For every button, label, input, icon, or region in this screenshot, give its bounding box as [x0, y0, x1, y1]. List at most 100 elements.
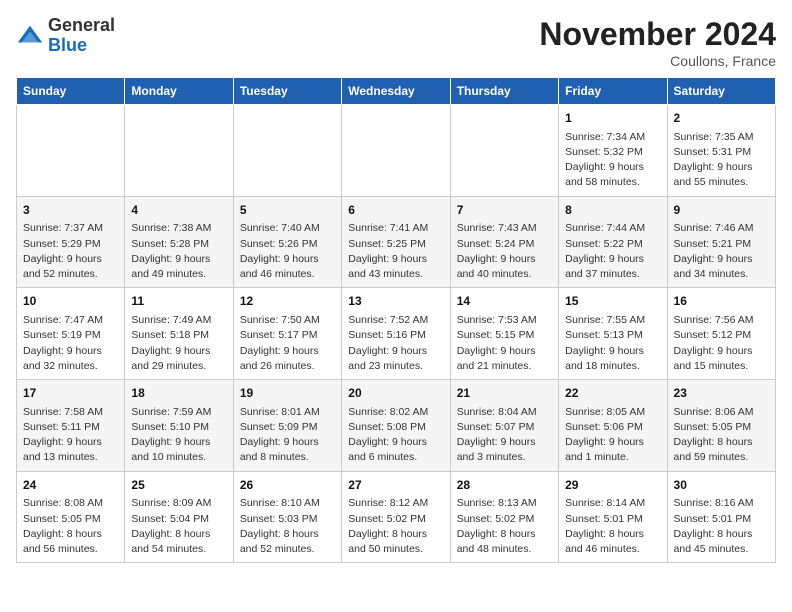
day-number: 6 — [348, 202, 443, 219]
logo: General Blue — [16, 16, 115, 56]
calendar-cell: 30 Sunrise: 8:16 AMSunset: 5:01 PMDayligh… — [667, 471, 775, 563]
day-info: Sunrise: 8:08 AMSunset: 5:05 PMDaylight:… — [23, 496, 118, 557]
day-number: 5 — [240, 202, 335, 219]
calendar-table: Sunday Monday Tuesday Wednesday Thursday… — [16, 77, 776, 563]
calendar-cell: 10 Sunrise: 7:47 AMSunset: 5:19 PMDayligh… — [17, 288, 125, 380]
calendar-header: Sunday Monday Tuesday Wednesday Thursday… — [17, 78, 776, 105]
calendar-cell: 12 Sunrise: 7:50 AMSunset: 5:17 PMDayligh… — [233, 288, 341, 380]
calendar-cell: 29 Sunrise: 8:14 AMSunset: 5:01 PMDayligh… — [559, 471, 667, 563]
calendar-cell — [125, 105, 233, 197]
day-number: 16 — [674, 293, 769, 310]
day-number: 23 — [674, 385, 769, 402]
day-info: Sunrise: 7:43 AMSunset: 5:24 PMDaylight:… — [457, 221, 552, 282]
page-header: General Blue November 2024 Coullons, Fra… — [16, 16, 776, 69]
day-info: Sunrise: 8:05 AMSunset: 5:06 PMDaylight:… — [565, 405, 660, 466]
calendar-cell: 19Sunrise: 8:01 AMSunset: 5:09 PMDayligh… — [233, 380, 341, 472]
calendar-cell: 17 Sunrise: 7:58 AMSunset: 5:11 PMDayligh… — [17, 380, 125, 472]
header-row: Sunday Monday Tuesday Wednesday Thursday… — [17, 78, 776, 105]
calendar-cell: 21Sunrise: 8:04 AMSunset: 5:07 PMDayligh… — [450, 380, 558, 472]
day-info: Sunrise: 8:14 AMSunset: 5:01 PMDaylight:… — [565, 496, 660, 557]
col-saturday: Saturday — [667, 78, 775, 105]
day-number: 8 — [565, 202, 660, 219]
day-number: 3 — [23, 202, 118, 219]
day-number: 10 — [23, 293, 118, 310]
calendar-cell: 22 Sunrise: 8:05 AMSunset: 5:06 PMDayligh… — [559, 380, 667, 472]
day-info: Sunrise: 7:59 AMSunset: 5:10 PMDaylight:… — [131, 405, 226, 466]
calendar-cell — [342, 105, 450, 197]
calendar-body: 1 Sunrise: 7:34 AMSunset: 5:32 PMDaylight… — [17, 105, 776, 563]
calendar-cell: 13Sunrise: 7:52 AMSunset: 5:16 PMDayligh… — [342, 288, 450, 380]
col-sunday: Sunday — [17, 78, 125, 105]
calendar-cell: 25 Sunrise: 8:09 AMSunset: 5:04 PMDayligh… — [125, 471, 233, 563]
day-info: Sunrise: 7:35 AMSunset: 5:31 PMDaylight:… — [674, 130, 769, 191]
day-info: Sunrise: 7:38 AMSunset: 5:28 PMDaylight:… — [131, 221, 226, 282]
location: Coullons, France — [539, 53, 776, 69]
day-info: Sunrise: 8:01 AMSunset: 5:09 PMDaylight:… — [240, 405, 335, 466]
week-row-2: 3 Sunrise: 7:37 AMSunset: 5:29 PMDaylight… — [17, 196, 776, 288]
day-number: 7 — [457, 202, 552, 219]
day-info: Sunrise: 8:04 AMSunset: 5:07 PMDaylight:… — [457, 405, 552, 466]
day-info: Sunrise: 7:50 AMSunset: 5:17 PMDaylight:… — [240, 313, 335, 374]
month-title: November 2024 — [539, 16, 776, 53]
calendar-cell: 4 Sunrise: 7:38 AMSunset: 5:28 PMDaylight… — [125, 196, 233, 288]
day-number: 17 — [23, 385, 118, 402]
day-number: 4 — [131, 202, 226, 219]
day-info: Sunrise: 7:58 AMSunset: 5:11 PMDaylight:… — [23, 405, 118, 466]
day-info: Sunrise: 7:41 AMSunset: 5:25 PMDaylight:… — [348, 221, 443, 282]
calendar-cell: 3 Sunrise: 7:37 AMSunset: 5:29 PMDaylight… — [17, 196, 125, 288]
calendar-cell: 1 Sunrise: 7:34 AMSunset: 5:32 PMDaylight… — [559, 105, 667, 197]
calendar-cell — [233, 105, 341, 197]
calendar-cell: 27Sunrise: 8:12 AMSunset: 5:02 PMDayligh… — [342, 471, 450, 563]
calendar-cell: 15 Sunrise: 7:55 AMSunset: 5:13 PMDayligh… — [559, 288, 667, 380]
day-number: 15 — [565, 293, 660, 310]
title-block: November 2024 Coullons, France — [539, 16, 776, 69]
day-number: 9 — [674, 202, 769, 219]
calendar-cell: 18 Sunrise: 7:59 AMSunset: 5:10 PMDayligh… — [125, 380, 233, 472]
day-number: 1 — [565, 110, 660, 127]
day-info: Sunrise: 8:02 AMSunset: 5:08 PMDaylight:… — [348, 405, 443, 466]
day-number: 2 — [674, 110, 769, 127]
day-info: Sunrise: 8:16 AMSunset: 5:01 PMDaylight:… — [674, 496, 769, 557]
day-number: 28 — [457, 477, 552, 494]
week-row-3: 10 Sunrise: 7:47 AMSunset: 5:19 PMDayligh… — [17, 288, 776, 380]
day-number: 12 — [240, 293, 335, 310]
day-number: 20 — [348, 385, 443, 402]
day-number: 27 — [348, 477, 443, 494]
calendar-cell: 16 Sunrise: 7:56 AMSunset: 5:12 PMDayligh… — [667, 288, 775, 380]
calendar-cell: 9 Sunrise: 7:46 AMSunset: 5:21 PMDaylight… — [667, 196, 775, 288]
calendar-cell — [450, 105, 558, 197]
col-friday: Friday — [559, 78, 667, 105]
day-info: Sunrise: 7:37 AMSunset: 5:29 PMDaylight:… — [23, 221, 118, 282]
week-row-4: 17 Sunrise: 7:58 AMSunset: 5:11 PMDayligh… — [17, 380, 776, 472]
day-number: 29 — [565, 477, 660, 494]
day-info: Sunrise: 7:47 AMSunset: 5:19 PMDaylight:… — [23, 313, 118, 374]
col-wednesday: Wednesday — [342, 78, 450, 105]
day-info: Sunrise: 7:49 AMSunset: 5:18 PMDaylight:… — [131, 313, 226, 374]
day-info: Sunrise: 8:09 AMSunset: 5:04 PMDaylight:… — [131, 496, 226, 557]
day-number: 14 — [457, 293, 552, 310]
day-info: Sunrise: 8:06 AMSunset: 5:05 PMDaylight:… — [674, 405, 769, 466]
day-info: Sunrise: 7:34 AMSunset: 5:32 PMDaylight:… — [565, 130, 660, 191]
day-number: 25 — [131, 477, 226, 494]
day-number: 22 — [565, 385, 660, 402]
calendar-cell: 26 Sunrise: 8:10 AMSunset: 5:03 PMDayligh… — [233, 471, 341, 563]
day-info: Sunrise: 8:13 AMSunset: 5:02 PMDaylight:… — [457, 496, 552, 557]
day-info: Sunrise: 7:55 AMSunset: 5:13 PMDaylight:… — [565, 313, 660, 374]
calendar-cell — [17, 105, 125, 197]
calendar-cell: 6 Sunrise: 7:41 AMSunset: 5:25 PMDaylight… — [342, 196, 450, 288]
calendar-cell: 14 Sunrise: 7:53 AMSunset: 5:15 PMDayligh… — [450, 288, 558, 380]
day-info: Sunrise: 7:52 AMSunset: 5:16 PMDaylight:… — [348, 313, 443, 374]
day-number: 30 — [674, 477, 769, 494]
calendar-cell: 5 Sunrise: 7:40 AMSunset: 5:26 PMDaylight… — [233, 196, 341, 288]
day-info: Sunrise: 8:10 AMSunset: 5:03 PMDaylight:… — [240, 496, 335, 557]
day-info: Sunrise: 7:40 AMSunset: 5:26 PMDaylight:… — [240, 221, 335, 282]
calendar-cell: 23 Sunrise: 8:06 AMSunset: 5:05 PMDayligh… — [667, 380, 775, 472]
day-info: Sunrise: 7:56 AMSunset: 5:12 PMDaylight:… — [674, 313, 769, 374]
day-number: 26 — [240, 477, 335, 494]
calendar-cell: 24Sunrise: 8:08 AMSunset: 5:05 PMDayligh… — [17, 471, 125, 563]
day-info: Sunrise: 7:53 AMSunset: 5:15 PMDaylight:… — [457, 313, 552, 374]
calendar-cell: 11Sunrise: 7:49 AMSunset: 5:18 PMDayligh… — [125, 288, 233, 380]
calendar-cell: 8Sunrise: 7:44 AMSunset: 5:22 PMDaylight… — [559, 196, 667, 288]
day-info: Sunrise: 7:46 AMSunset: 5:21 PMDaylight:… — [674, 221, 769, 282]
day-number: 18 — [131, 385, 226, 402]
